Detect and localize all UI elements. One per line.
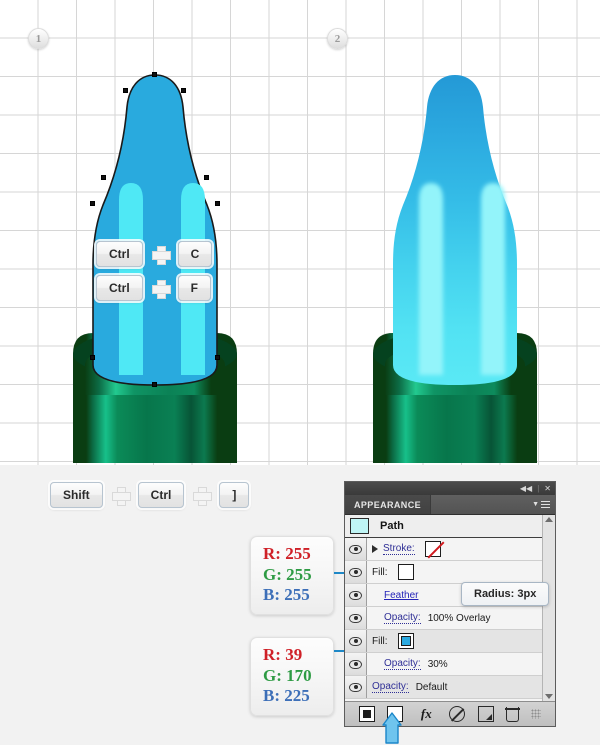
path-anchor-point[interactable]: [215, 201, 220, 206]
panel-titlebar[interactable]: ◀◀ | ✕: [345, 482, 555, 495]
add-new-stroke-icon[interactable]: [359, 706, 376, 722]
artboard-canvas[interactable]: 1 2 Ctrl C Ctrl F: [0, 0, 600, 465]
callout-red-value: R: 255: [263, 544, 311, 563]
callout-green-value: G: 255: [263, 564, 312, 584]
panel-tabbar[interactable]: APPEARANCE ▼: [345, 495, 555, 514]
row-label-fill[interactable]: Fill:: [372, 636, 388, 647]
fill-color-swatch-blue[interactable]: [397, 633, 414, 649]
arrow-cursor-icon: [382, 710, 402, 745]
shortcut-copy: Ctrl C: [96, 241, 213, 267]
duplicate-icon[interactable]: [477, 706, 494, 722]
target-swatch[interactable]: [350, 518, 369, 534]
panel-body: Path Stroke: Fill: Feather Opacity: 100%…: [345, 514, 555, 701]
marker-illustration-right[interactable]: [355, 65, 555, 465]
target-label: Path: [380, 520, 404, 532]
tab-appearance[interactable]: APPEARANCE: [345, 495, 432, 514]
row-value-opacity: Default: [415, 681, 448, 693]
key-ctrl[interactable]: Ctrl: [137, 482, 185, 508]
stroke-color-swatch[interactable]: [424, 541, 441, 557]
appearance-row-fill-white[interactable]: Fill:: [345, 561, 542, 584]
path-anchor-point[interactable]: [123, 88, 128, 93]
appearance-row-opacity-default[interactable]: Opacity: Default: [345, 676, 542, 699]
row-label-opacity[interactable]: Opacity:: [384, 612, 421, 624]
plus-icon: [151, 279, 171, 299]
app-root: 1 2 Ctrl C Ctrl F Shift Ctrl] R: 255 G:…: [0, 0, 600, 745]
resize-grip-icon[interactable]: [530, 709, 541, 719]
key-right-bracket[interactable]: ]: [219, 482, 250, 508]
eye-icon[interactable]: [349, 636, 362, 646]
shortcut-paste-in-front: Ctrl F: [96, 275, 212, 301]
visibility-toggle[interactable]: [345, 676, 367, 698]
close-icon[interactable]: ✕: [544, 484, 551, 493]
step-badge-2: 2: [327, 28, 348, 49]
clear-appearance-icon[interactable]: [449, 706, 466, 722]
radius-tooltip: Radius: 3px: [461, 582, 550, 606]
scroll-down-icon[interactable]: [545, 694, 553, 699]
panel-footer-toolbar[interactable]: fx: [345, 701, 555, 726]
chevron-right-icon[interactable]: [372, 545, 378, 553]
eye-icon[interactable]: [349, 590, 362, 600]
visibility-toggle[interactable]: [345, 630, 367, 652]
fill-color-swatch-white[interactable]: [397, 564, 414, 580]
titlebar-separator: |: [537, 484, 540, 493]
key-c[interactable]: C: [177, 241, 213, 267]
key-ctrl[interactable]: Ctrl: [96, 241, 143, 267]
path-anchor-point[interactable]: [181, 88, 186, 93]
path-anchor-point[interactable]: [152, 382, 157, 387]
scroll-up-icon[interactable]: [545, 517, 553, 522]
color-callout-white: R: 255 G: 255 B: 255: [250, 536, 334, 616]
plus-icon: [193, 486, 213, 506]
path-anchor-point[interactable]: [204, 175, 209, 180]
trash-icon[interactable]: [504, 706, 520, 722]
callout-red-value: R: 39: [263, 645, 303, 664]
appearance-target-row[interactable]: Path: [345, 515, 542, 538]
path-anchor-point[interactable]: [101, 175, 106, 180]
appearance-row-opacity-overlay[interactable]: Opacity: 100% Overlay: [345, 607, 542, 630]
step-badge-1: 1: [28, 28, 49, 49]
fx-icon[interactable]: fx: [415, 706, 437, 722]
appearance-rows: Path Stroke: Fill: Feather Opacity: 100%…: [345, 515, 542, 701]
row-label-feather[interactable]: Feather: [384, 590, 418, 601]
eye-icon[interactable]: [349, 567, 362, 577]
row-value-opacity: 100% Overlay: [427, 612, 491, 624]
shortcut-bring-forward: Shift Ctrl ]: [50, 482, 250, 508]
visibility-toggle[interactable]: [345, 653, 367, 675]
visibility-toggle[interactable]: [345, 584, 367, 606]
callout-blue-value: B: 255: [263, 585, 310, 605]
color-callout-blue: R: 39 G: 170 B: 225: [250, 637, 334, 717]
eye-icon[interactable]: [349, 613, 362, 623]
key-f[interactable]: F: [177, 275, 212, 301]
key-shift[interactable]: Shift: [50, 482, 103, 508]
row-label-opacity[interactable]: Opacity:: [372, 681, 409, 693]
path-anchor-point[interactable]: [152, 72, 157, 77]
collapse-arrows-icon[interactable]: ◀◀: [520, 484, 532, 493]
plus-icon: [111, 486, 131, 506]
eye-icon[interactable]: [349, 659, 362, 669]
visibility-toggle[interactable]: [345, 607, 367, 629]
appearance-row-fill-blue[interactable]: Fill:: [345, 630, 542, 653]
row-label-stroke[interactable]: Stroke:: [383, 543, 415, 555]
appearance-row-opacity-30[interactable]: Opacity: 30%: [345, 653, 542, 676]
callout-green-value: G: 170: [263, 665, 312, 685]
path-anchor-point[interactable]: [90, 355, 95, 360]
row-label-opacity[interactable]: Opacity:: [384, 658, 421, 670]
eye-icon[interactable]: [349, 682, 362, 692]
panel-menu-icon[interactable]: ▼: [532, 495, 555, 514]
key-ctrl[interactable]: Ctrl: [96, 275, 143, 301]
row-value-opacity: 30%: [427, 658, 448, 670]
callout-blue-value: B: 225: [263, 686, 310, 706]
plus-icon: [151, 245, 171, 265]
eye-icon[interactable]: [349, 544, 362, 554]
visibility-toggle[interactable]: [345, 538, 367, 560]
row-label-fill[interactable]: Fill:: [372, 567, 388, 578]
panel-scrollbar[interactable]: [542, 515, 555, 701]
appearance-row-stroke[interactable]: Stroke:: [345, 538, 542, 561]
path-anchor-point[interactable]: [90, 201, 95, 206]
visibility-toggle[interactable]: [345, 561, 367, 583]
path-anchor-point[interactable]: [215, 355, 220, 360]
